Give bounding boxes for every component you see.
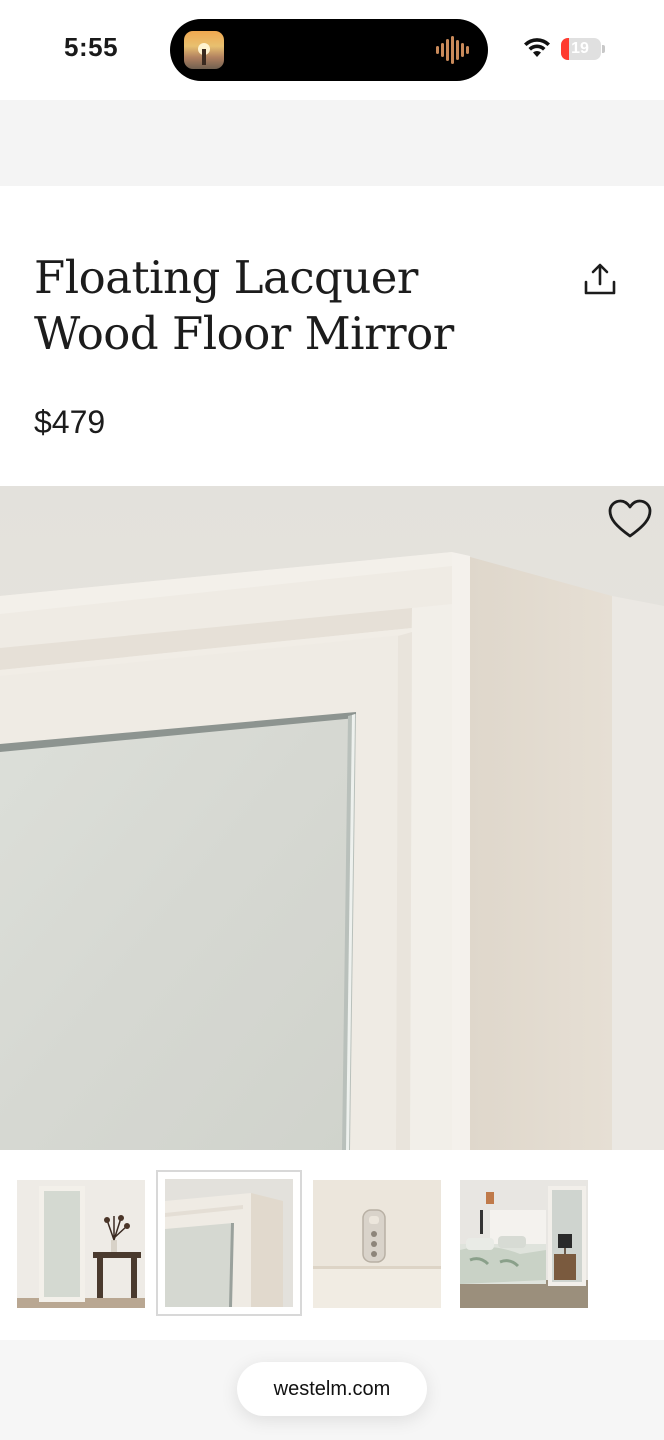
battery-tip <box>602 45 605 53</box>
now-playing-app-icon[interactable] <box>184 31 224 69</box>
status-time: 5:55 <box>64 32 119 62</box>
promo-banner-area <box>0 100 664 186</box>
wifi-icon <box>524 38 550 57</box>
audio-waveform-icon <box>436 36 469 64</box>
dynamic-island[interactable] <box>170 19 488 81</box>
product-title: Floating Lacquer Wood Floor Mirror <box>34 251 454 360</box>
status-bar: 5:55 19 <box>0 0 664 100</box>
product-price: $479 <box>34 404 106 440</box>
thumbnail-3[interactable] <box>313 1180 441 1308</box>
browser-bottom-bar: westelm.com <box>0 1340 664 1440</box>
battery-percentage: 19 <box>571 40 589 57</box>
thumbnail-strip <box>0 1150 664 1340</box>
thumbnail-2-selected[interactable] <box>156 1170 302 1316</box>
heart-icon[interactable] <box>606 496 654 542</box>
thumbnail-4[interactable] <box>460 1180 588 1308</box>
thumbnail-1[interactable] <box>17 1180 145 1308</box>
mirror-closeup-photo <box>0 486 664 1150</box>
address-bar[interactable]: westelm.com <box>237 1362 427 1416</box>
battery-icon: 19 <box>561 38 601 60</box>
product-hero-image[interactable] <box>0 486 664 1150</box>
share-icon[interactable] <box>578 258 622 302</box>
